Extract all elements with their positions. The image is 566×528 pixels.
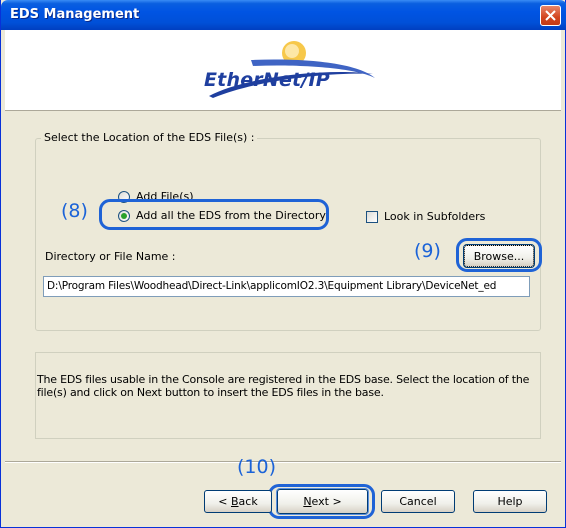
close-button[interactable] <box>540 5 561 26</box>
back-button-label: < Back <box>218 495 258 508</box>
directory-label: Directory or File Name : <box>45 250 176 263</box>
location-group <box>35 138 541 331</box>
header-banner: EtherNet/IP <box>5 30 561 111</box>
close-icon <box>545 10 556 21</box>
title-bar[interactable]: EDS Management <box>1 0 566 30</box>
location-group-legend: Select the Location of the EDS File(s) : <box>41 131 258 144</box>
step-9-annotation: (9) <box>414 240 441 262</box>
next-button[interactable]: Next > <box>276 488 369 515</box>
cancel-button[interactable]: Cancel <box>381 490 455 513</box>
directory-path-input[interactable]: D:\Program Files\Woodhead\Direct-Link\ap… <box>43 276 530 297</box>
back-button[interactable]: < Back <box>204 490 272 513</box>
logo-text: EtherNet/IP <box>204 69 330 91</box>
button-separator <box>5 461 561 463</box>
cancel-button-label: Cancel <box>399 495 437 508</box>
ethernet-ip-logo: EtherNet/IP <box>191 38 381 106</box>
step-8-annotation: (8) <box>61 200 88 222</box>
help-button-label: Help <box>497 495 523 508</box>
next-button-label: Next > <box>303 495 342 508</box>
look-in-subfolders-checkbox[interactable] <box>366 210 378 223</box>
browse-button[interactable]: Browse... <box>463 244 535 268</box>
browse-button-label: Browse... <box>473 249 525 263</box>
window-title: EDS Management <box>10 7 140 22</box>
help-button[interactable]: Help <box>473 490 547 513</box>
step-8-highlight <box>99 199 329 230</box>
eds-management-dialog: EDS Management EtherNet/IP Select the Lo… <box>0 0 566 528</box>
look-in-subfolders-label: Look in Subfolders <box>384 210 486 223</box>
info-text: The EDS files usable in the Console are … <box>37 373 530 399</box>
step-10-annotation: (10) <box>237 456 277 478</box>
look-in-subfolders-option[interactable]: Look in Subfolders <box>366 210 485 223</box>
directory-path-value: D:\Program Files\Woodhead\Direct-Link\ap… <box>47 280 497 292</box>
